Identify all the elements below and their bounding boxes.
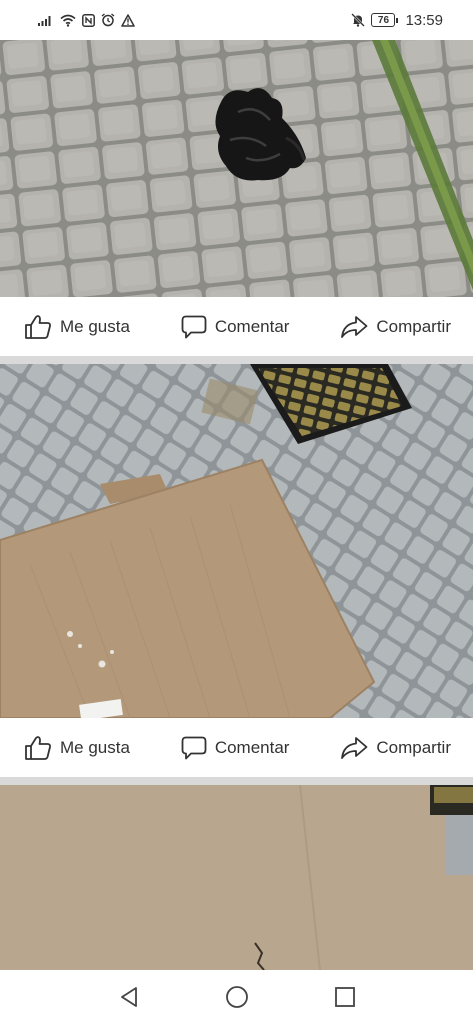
comment-button[interactable]: Comentar (181, 736, 290, 760)
post-actions: Me gusta Comentar Compartir (0, 298, 473, 356)
back-icon (120, 987, 137, 1007)
comment-label: Comentar (214, 738, 290, 757)
share-arrow-icon (341, 737, 368, 759)
mute-icon (351, 13, 366, 27)
recents-button[interactable] (330, 982, 360, 1012)
comment-label: Comentar (214, 317, 290, 336)
recents-icon (334, 987, 355, 1007)
status-bar: 76 13:59 (0, 0, 473, 40)
garbage-bag-photo (0, 40, 473, 297)
like-label: Me gusta (60, 738, 130, 757)
like-button[interactable]: Me gusta (24, 314, 130, 340)
nfc-icon (82, 13, 95, 27)
cardboard-doormat-photo (0, 364, 473, 718)
status-icons-right: 76 13:59 (351, 12, 443, 29)
post-photo-cardboard-closeup[interactable] (0, 785, 473, 970)
post-actions: Me gusta Comentar Compartir (0, 719, 473, 777)
thumbs-up-icon (25, 736, 51, 760)
like-label: Me gusta (60, 317, 130, 336)
battery-icon: 76 (371, 13, 399, 27)
alarm-icon (101, 13, 115, 27)
signal-icon (38, 16, 51, 26)
share-label: Compartir (376, 738, 451, 757)
share-label: Compartir (376, 317, 451, 336)
home-icon (225, 986, 248, 1008)
like-button[interactable]: Me gusta (24, 735, 130, 761)
system-nav-bar (0, 970, 473, 1024)
comment-icon (181, 315, 207, 339)
thumbs-up-icon (25, 315, 51, 339)
post-divider (0, 777, 473, 785)
status-icons-left (38, 13, 135, 27)
back-button[interactable] (114, 982, 144, 1012)
wifi-icon (60, 14, 76, 27)
comment-icon (181, 736, 207, 760)
share-button[interactable]: Compartir (340, 736, 451, 760)
post-divider (0, 356, 473, 364)
share-arrow-icon (341, 316, 368, 338)
share-button[interactable]: Compartir (340, 315, 451, 339)
cardboard-closeup-photo (0, 785, 473, 970)
comment-button[interactable]: Comentar (181, 315, 290, 339)
warning-icon (121, 13, 135, 27)
status-time: 13:59 (405, 11, 443, 29)
post-photo-garbage-bag[interactable] (0, 40, 473, 297)
home-button[interactable] (222, 982, 252, 1012)
post-photo-cardboard-doormat[interactable] (0, 364, 473, 718)
